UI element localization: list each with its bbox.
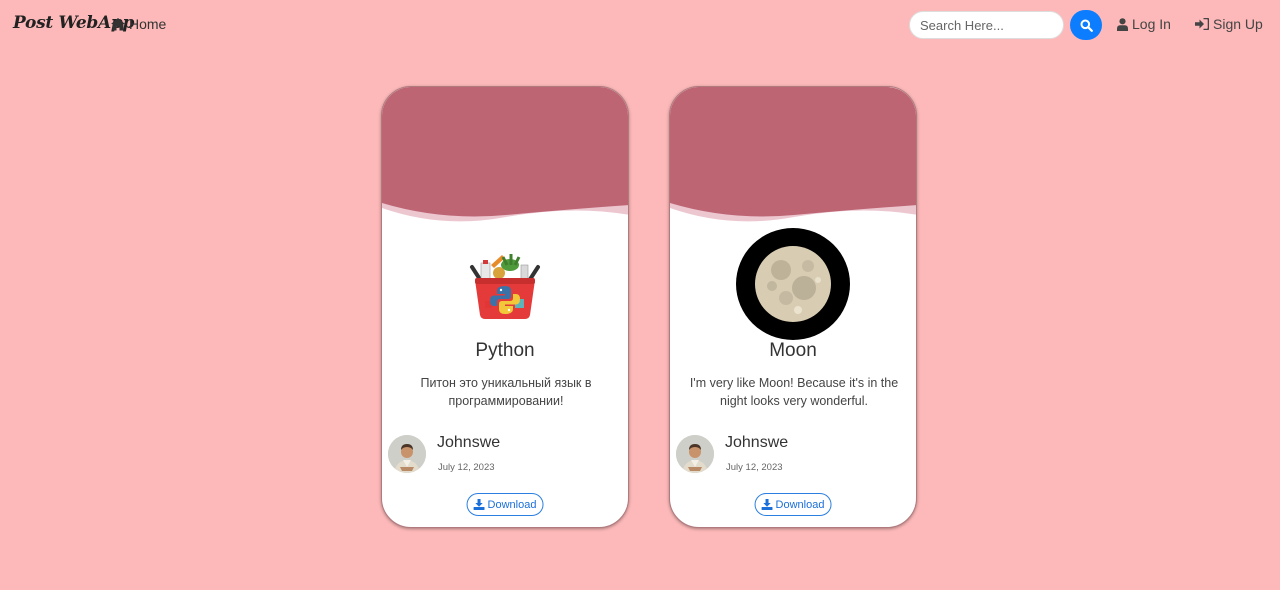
search-input[interactable]	[909, 11, 1064, 39]
card-header-wave	[670, 87, 916, 222]
search-icon	[1080, 19, 1093, 32]
author-photo	[676, 435, 714, 473]
download-button[interactable]: Download	[466, 493, 544, 516]
download-icon	[761, 499, 773, 510]
search-button[interactable]	[1070, 10, 1102, 40]
navbar: Post WebApp Home Log In Sign Up	[0, 0, 1280, 50]
post-title: Moon	[769, 340, 817, 361]
nav-login-link[interactable]: Log In	[1117, 16, 1171, 32]
download-button[interactable]: Download	[754, 493, 832, 516]
download-label: Download	[487, 498, 537, 511]
post-description: Питон это уникальный язык в программиров…	[420, 376, 592, 408]
nav-signup-link[interactable]: Sign Up	[1195, 16, 1263, 32]
user-icon	[1117, 17, 1128, 31]
download-label: Download	[775, 498, 825, 511]
moon-image	[736, 228, 850, 340]
post-card: Python Питон это уникальный язык в прогр…	[381, 86, 629, 528]
python-basket-image	[470, 254, 540, 319]
nav-home-link[interactable]: Home	[111, 16, 166, 32]
post-card: Moon I'm very like Moon! Because it's in…	[669, 86, 917, 528]
nav-home-label: Home	[129, 16, 167, 32]
post-description: I'm very like Moon! Because it's in the …	[689, 376, 899, 408]
nav-login-label: Log In	[1132, 16, 1171, 32]
post-author[interactable]: Johnswe	[437, 434, 500, 452]
post-date: July 12, 2023	[726, 462, 783, 473]
post-title: Python	[475, 340, 535, 361]
post-author[interactable]: Johnswe	[725, 434, 788, 452]
sign-in-icon	[1195, 18, 1209, 30]
card-header-wave	[382, 87, 628, 222]
nav-signup-label: Sign Up	[1213, 16, 1263, 32]
post-date: July 12, 2023	[438, 462, 495, 473]
home-icon	[111, 17, 125, 30]
avatar[interactable]	[388, 435, 426, 473]
avatar[interactable]	[676, 435, 714, 473]
author-photo	[388, 435, 426, 473]
download-icon	[473, 499, 485, 510]
